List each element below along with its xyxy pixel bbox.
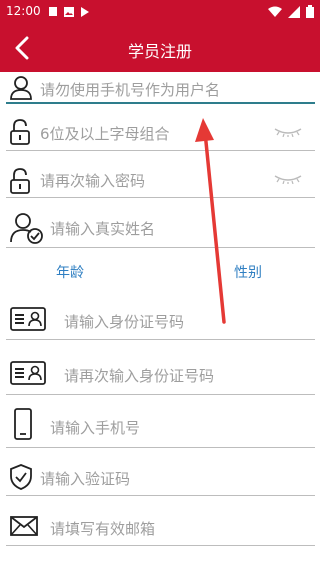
shield-check-icon — [10, 464, 32, 490]
verification-code-placeholder: 请输入验证码 — [40, 470, 131, 488]
status-time: 12:00 — [6, 4, 41, 18]
idcard-underline — [6, 339, 315, 340]
realname-underline — [6, 247, 315, 248]
email-underline — [6, 545, 315, 546]
signal-icon — [288, 5, 300, 18]
status-bar: 12:00 — [0, 0, 320, 24]
sim-card-icon — [49, 7, 57, 16]
tab-gender[interactable]: 性别 — [234, 262, 262, 282]
email-placeholder: 请填写有效邮箱 — [50, 520, 156, 538]
realname-placeholder: 请输入真实姓名 — [50, 220, 156, 238]
app-header: 学员注册 — [0, 24, 320, 72]
user-verified-icon — [10, 213, 43, 244]
email-field[interactable]: 请填写有效邮箱 — [6, 506, 315, 546]
id-card-icon — [10, 361, 46, 385]
tab-age[interactable]: 年龄 — [56, 262, 84, 282]
password-underline — [6, 150, 315, 151]
envelope-icon — [10, 516, 38, 536]
confirm-password-placeholder: 请再次输入密码 — [40, 172, 146, 190]
confirm-password-field[interactable]: 请再次输入密码 — [6, 162, 315, 198]
image-icon — [64, 6, 74, 17]
realname-field[interactable]: 请输入真实姓名 — [6, 208, 315, 248]
idcard-confirm-field[interactable]: 请再次输入身份证号码 — [6, 353, 315, 395]
username-field[interactable]: 请勿使用手机号作为用户名 — [6, 72, 315, 104]
selector-tabs: 年龄 性别 — [0, 262, 320, 286]
idcard-placeholder: 请输入身份证号码 — [64, 313, 185, 331]
verification-code-underline — [6, 495, 315, 496]
password-placeholder: 6位及以上字母组合 — [40, 125, 170, 143]
lock-icon — [10, 119, 30, 145]
confirm-password-underline — [6, 197, 315, 198]
user-icon — [10, 76, 32, 100]
password-field[interactable]: 6位及以上字母组合 — [6, 115, 315, 151]
phone-icon — [14, 408, 32, 440]
lock-icon — [10, 168, 30, 194]
page-title: 学员注册 — [127, 42, 192, 61]
status-icons-right — [268, 5, 314, 18]
idcard-confirm-underline — [6, 394, 315, 395]
battery-icon — [306, 5, 314, 18]
username-placeholder: 请勿使用手机号作为用户名 — [40, 81, 221, 99]
phone-field[interactable]: 请输入手机号 — [6, 402, 315, 448]
username-underline — [6, 102, 315, 104]
phone-underline — [6, 447, 315, 448]
status-icons-left — [48, 6, 90, 17]
idcard-field[interactable]: 请输入身份证号码 — [6, 298, 315, 340]
eye-closed-icon[interactable] — [273, 127, 303, 137]
play-store-icon — [81, 6, 89, 17]
eye-closed-icon[interactable] — [273, 174, 303, 184]
id-card-icon — [10, 307, 46, 331]
verification-code-field[interactable]: 请输入验证码 — [6, 456, 315, 496]
wifi-icon — [268, 6, 282, 17]
idcard-confirm-placeholder: 请再次输入身份证号码 — [64, 367, 215, 385]
phone-placeholder: 请输入手机号 — [50, 419, 141, 437]
